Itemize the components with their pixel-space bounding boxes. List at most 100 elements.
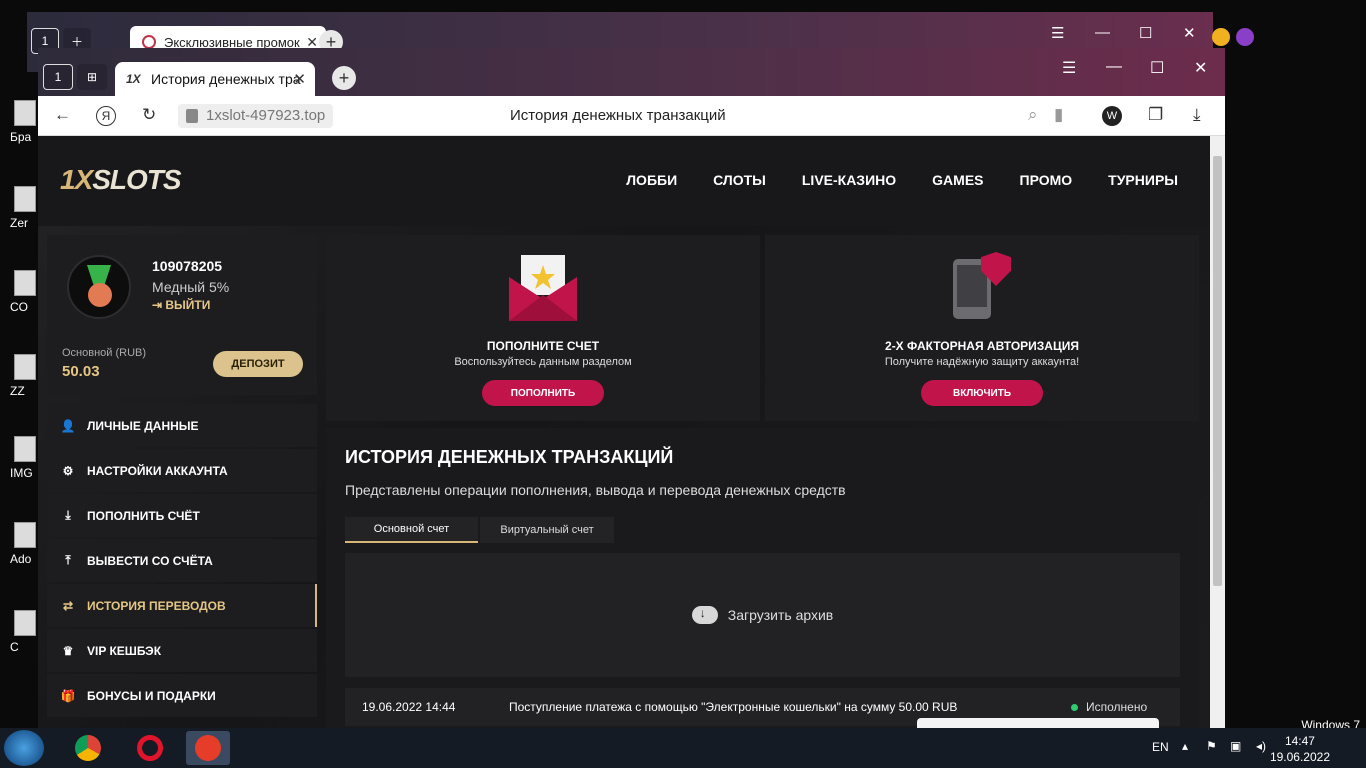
- site-logo[interactable]: 1XSLOTS: [60, 164, 182, 196]
- medal-icon: [67, 255, 131, 319]
- balance-value: 50.03: [62, 363, 100, 380]
- deposit-card-title: ПОПОЛНИТЕ СЧЕТ: [486, 339, 600, 353]
- back-arrow-icon[interactable]: ←: [54, 105, 71, 125]
- user-id: 109078205: [152, 258, 223, 274]
- tab-favicon-icon: [142, 35, 156, 49]
- bookmark-icon[interactable]: ▮: [1054, 105, 1063, 125]
- nav-games[interactable]: GAMES: [932, 172, 983, 188]
- menu-icon[interactable]: ☰: [1051, 24, 1064, 42]
- envelope-star-icon: [509, 255, 577, 321]
- profile-card: 109078205 Медный 5% ⇥ ВЫЙТИ Основной (RU…: [47, 235, 317, 395]
- upload-icon: ⤒: [65, 553, 71, 567]
- url-text: 1xslot-497923.top: [206, 107, 326, 124]
- extension-w-icon[interactable]: W: [1102, 106, 1122, 126]
- taskbar-yandex[interactable]: [186, 731, 230, 765]
- main-nav: ЛОББИ СЛОТЫ LIVE-КАЗИНО GAMES ПРОМО ТУРН…: [626, 172, 1178, 188]
- tab-virtual-account[interactable]: Виртуальный счет: [480, 517, 614, 543]
- taskbar-opera[interactable]: [128, 731, 172, 765]
- yandex-icon: [195, 735, 221, 761]
- scrollbar-thumb[interactable]: [1213, 156, 1222, 586]
- menu-icon[interactable]: ☰: [1062, 58, 1076, 78]
- start-button[interactable]: [4, 730, 44, 766]
- language-indicator[interactable]: EN: [1152, 740, 1169, 754]
- flag-icon[interactable]: ⚑: [1206, 739, 1217, 753]
- gears-icon: ⚙: [62, 463, 74, 478]
- maximize-icon[interactable]: ☐: [1150, 58, 1164, 78]
- close-tab-icon[interactable]: ✕: [293, 70, 306, 88]
- deposit-promo-card: ПОПОЛНИТЕ СЧЕТ Воспользуйтесь данным раз…: [326, 235, 760, 421]
- nav-lobby[interactable]: ЛОББИ: [626, 172, 677, 188]
- desktop-icon[interactable]: C: [0, 610, 36, 654]
- minimize-icon[interactable]: —: [1095, 24, 1110, 41]
- yandex-icon[interactable]: Я: [96, 106, 116, 126]
- new-group-icon[interactable]: ⊞: [77, 64, 107, 90]
- menu-item-account-settings[interactable]: ⚙ НАСТРОЙКИ АККАУНТА: [47, 449, 317, 492]
- url-field[interactable]: 1xslot-497923.top: [178, 104, 334, 128]
- page-content: 1XSLOTS ЛОББИ СЛОТЫ LIVE-КАЗИНО GAMES ПР…: [38, 136, 1210, 738]
- deposit-card-subtitle: Воспользуйтесь данным разделом: [454, 356, 632, 368]
- address-bar: ← Я ↻ 1xslot-497923.top История денежных…: [38, 96, 1225, 136]
- tab-main-account[interactable]: Основной счет: [345, 517, 478, 543]
- deposit-button[interactable]: ДЕПОЗИТ: [213, 351, 303, 377]
- balance-label: Основной (RUB): [62, 347, 147, 359]
- desktop-icon[interactable]: CO: [0, 270, 36, 314]
- desktop-icon[interactable]: Бра: [0, 100, 36, 144]
- scrollbar[interactable]: [1210, 136, 1225, 738]
- extension-icons: [1212, 28, 1254, 46]
- desktop-icon[interactable]: ZZ: [0, 354, 36, 398]
- menu-item-deposit[interactable]: ⤓ ПОПОЛНИТЬ СЧЁТ: [47, 494, 317, 537]
- desktop-icon[interactable]: IMG: [0, 436, 36, 480]
- twofa-card-title: 2-Х ФАКТОРНАЯ АВТОРИЗАЦИЯ: [885, 339, 1079, 353]
- menu-item-transfer-history[interactable]: ⇄ ИСТОРИЯ ПЕРЕВОДОВ: [47, 584, 317, 627]
- tab-counter-button[interactable]: 1: [43, 64, 73, 90]
- nav-tournaments[interactable]: ТУРНИРЫ: [1108, 172, 1178, 188]
- deposit-card-button[interactable]: ПОПОЛНИТЬ: [482, 380, 604, 406]
- twofa-card-subtitle: Получите надёжную защиту аккаунта!: [884, 356, 1080, 368]
- taskbar: EN ▴ ⚑ ▣ ◂) 14:47 19.06.2022: [0, 728, 1366, 768]
- close-icon[interactable]: ✕: [1183, 24, 1196, 42]
- status-badge: Исполнено: [1071, 700, 1147, 714]
- user-plus-icon: 👤: [60, 418, 76, 433]
- minimize-icon[interactable]: —: [1106, 58, 1122, 76]
- menu-item-withdraw[interactable]: ⤒ ВЫВЕСТИ СО СЧЁТА: [47, 539, 317, 582]
- lock-icon: [186, 109, 198, 123]
- new-tab-button[interactable]: +: [332, 66, 356, 90]
- desktop-icon[interactable]: Ado: [0, 522, 36, 566]
- nav-slots[interactable]: СЛОТЫ: [713, 172, 766, 188]
- logout-icon: ⇥: [152, 298, 166, 312]
- tray-arrow-icon[interactable]: ▴: [1182, 739, 1188, 753]
- collections-icon[interactable]: ❐: [1148, 105, 1163, 125]
- nav-live-casino[interactable]: LIVE-КАЗИНО: [802, 172, 896, 188]
- menu-item-personal-data[interactable]: 👤 ЛИЧНЫЕ ДАННЫЕ: [47, 404, 317, 447]
- menu-item-bonuses[interactable]: 🎁 БОНУСЫ И ПОДАРКИ: [47, 674, 317, 717]
- nav-promo[interactable]: ПРОМО: [1020, 172, 1073, 188]
- account-menu: 👤 ЛИЧНЫЕ ДАННЫЕ ⚙ НАСТРОЙКИ АККАУНТА ⤓ ПОПО…: [47, 404, 317, 719]
- menu-item-vip-cashback[interactable]: ♛ VIP КЕШБЭК: [47, 629, 317, 672]
- extension-crown-icon[interactable]: [1236, 28, 1254, 46]
- history-title: ИСТОРИЯ ДЕНЕЖНЫХ ТРАНЗАКЦИЙ: [345, 447, 674, 467]
- chrome-icon: [75, 735, 101, 761]
- clock[interactable]: 14:47 19.06.2022: [1270, 733, 1330, 765]
- active-tab[interactable]: 1X История денежных тра ✕: [115, 62, 315, 96]
- maximize-icon[interactable]: ☐: [1139, 24, 1152, 42]
- download-archive-button[interactable]: Загрузить архив: [345, 553, 1180, 677]
- volume-icon[interactable]: ◂): [1256, 739, 1266, 753]
- taskbar-chrome[interactable]: [66, 731, 110, 765]
- transfer-icon: ⇄: [62, 598, 74, 613]
- twofa-enable-button[interactable]: ВКЛЮЧИТЬ: [921, 380, 1043, 406]
- search-page-icon[interactable]: ⌕: [1028, 105, 1038, 125]
- title-bar: 1 ⊞ 1X История денежных тра ✕ + ☰ — ☐ ✕: [38, 48, 1225, 96]
- extension-toggle-icon[interactable]: [1212, 28, 1230, 46]
- user-level: Медный 5%: [152, 279, 230, 295]
- site-favicon-icon: 1X: [126, 72, 141, 86]
- transaction-history-section: ИСТОРИЯ ДЕНЕЖНЫХ ТРАНЗАКЦИЙ Представлены…: [326, 428, 1198, 738]
- logout-link[interactable]: ⇥ ВЫЙТИ: [152, 298, 210, 312]
- network-icon[interactable]: ▣: [1230, 739, 1241, 753]
- transaction-description: Поступление платежа с помощью "Электронн…: [509, 700, 958, 714]
- download-icon[interactable]: ⤓: [1193, 105, 1201, 125]
- desktop-icon[interactable]: Zer: [0, 186, 36, 230]
- transaction-date: 19.06.2022 14:44: [362, 700, 456, 714]
- close-icon[interactable]: ✕: [1194, 58, 1207, 78]
- reload-icon[interactable]: ↻: [142, 105, 156, 125]
- page-title: История денежных транзакций: [510, 107, 726, 124]
